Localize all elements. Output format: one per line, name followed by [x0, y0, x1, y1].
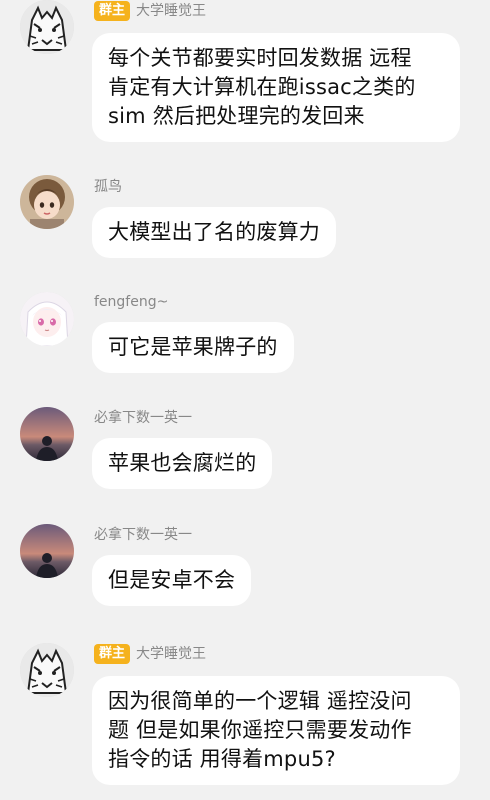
sunset-person-avatar-icon[interactable] [20, 524, 74, 578]
message-bubble[interactable]: 可它是苹果牌子的 [92, 322, 294, 373]
sender-name[interactable]: 大学睡觉王 [136, 645, 206, 663]
white-hair-girl-avatar-icon[interactable] [20, 292, 74, 346]
message-bubble[interactable]: 大模型出了名的废算力 [92, 207, 336, 258]
chat-window: 群主 大学睡觉王 每个关节都要实时回发数据 远程 肯定有大计算机在跑issac之… [0, 0, 490, 800]
sender-name[interactable]: 必拿下数一英一 [94, 526, 192, 544]
sender-name[interactable]: 必拿下数一英一 [94, 409, 192, 427]
message-bubble[interactable]: 因为很简单的一个逻辑 遥控没问 题 但是如果你遥控只需要发动作 指令的话 用得着… [92, 676, 460, 785]
sunset-person-avatar-icon[interactable] [20, 407, 74, 461]
message-bubble[interactable]: 苹果也会腐烂的 [92, 438, 273, 489]
anime-girl-avatar-icon[interactable] [20, 175, 74, 229]
message-meta: 群主 大学睡觉王 [94, 0, 206, 22]
owner-badge: 群主 [94, 644, 131, 664]
message-meta: 群主 大学睡觉王 [94, 643, 206, 665]
sender-name[interactable]: 孤鸟 [94, 178, 122, 196]
message-meta: 孤鸟 [94, 176, 122, 198]
wolf-avatar-icon[interactable] [20, 643, 74, 697]
message-bubble[interactable]: 但是安卓不会 [92, 555, 252, 606]
message-meta: 必拿下数一英一 [94, 407, 192, 429]
message-bubble[interactable]: 每个关节都要实时回发数据 远程 肯定有大计算机在跑issac之类的 sim 然后… [92, 33, 460, 142]
sender-name[interactable]: fengfeng~ [94, 293, 168, 311]
wolf-avatar-icon[interactable] [20, 0, 74, 54]
message-meta: fengfeng~ [94, 291, 168, 313]
owner-badge: 群主 [94, 1, 131, 21]
sender-name[interactable]: 大学睡觉王 [136, 2, 206, 20]
message-meta: 必拿下数一英一 [94, 524, 192, 546]
